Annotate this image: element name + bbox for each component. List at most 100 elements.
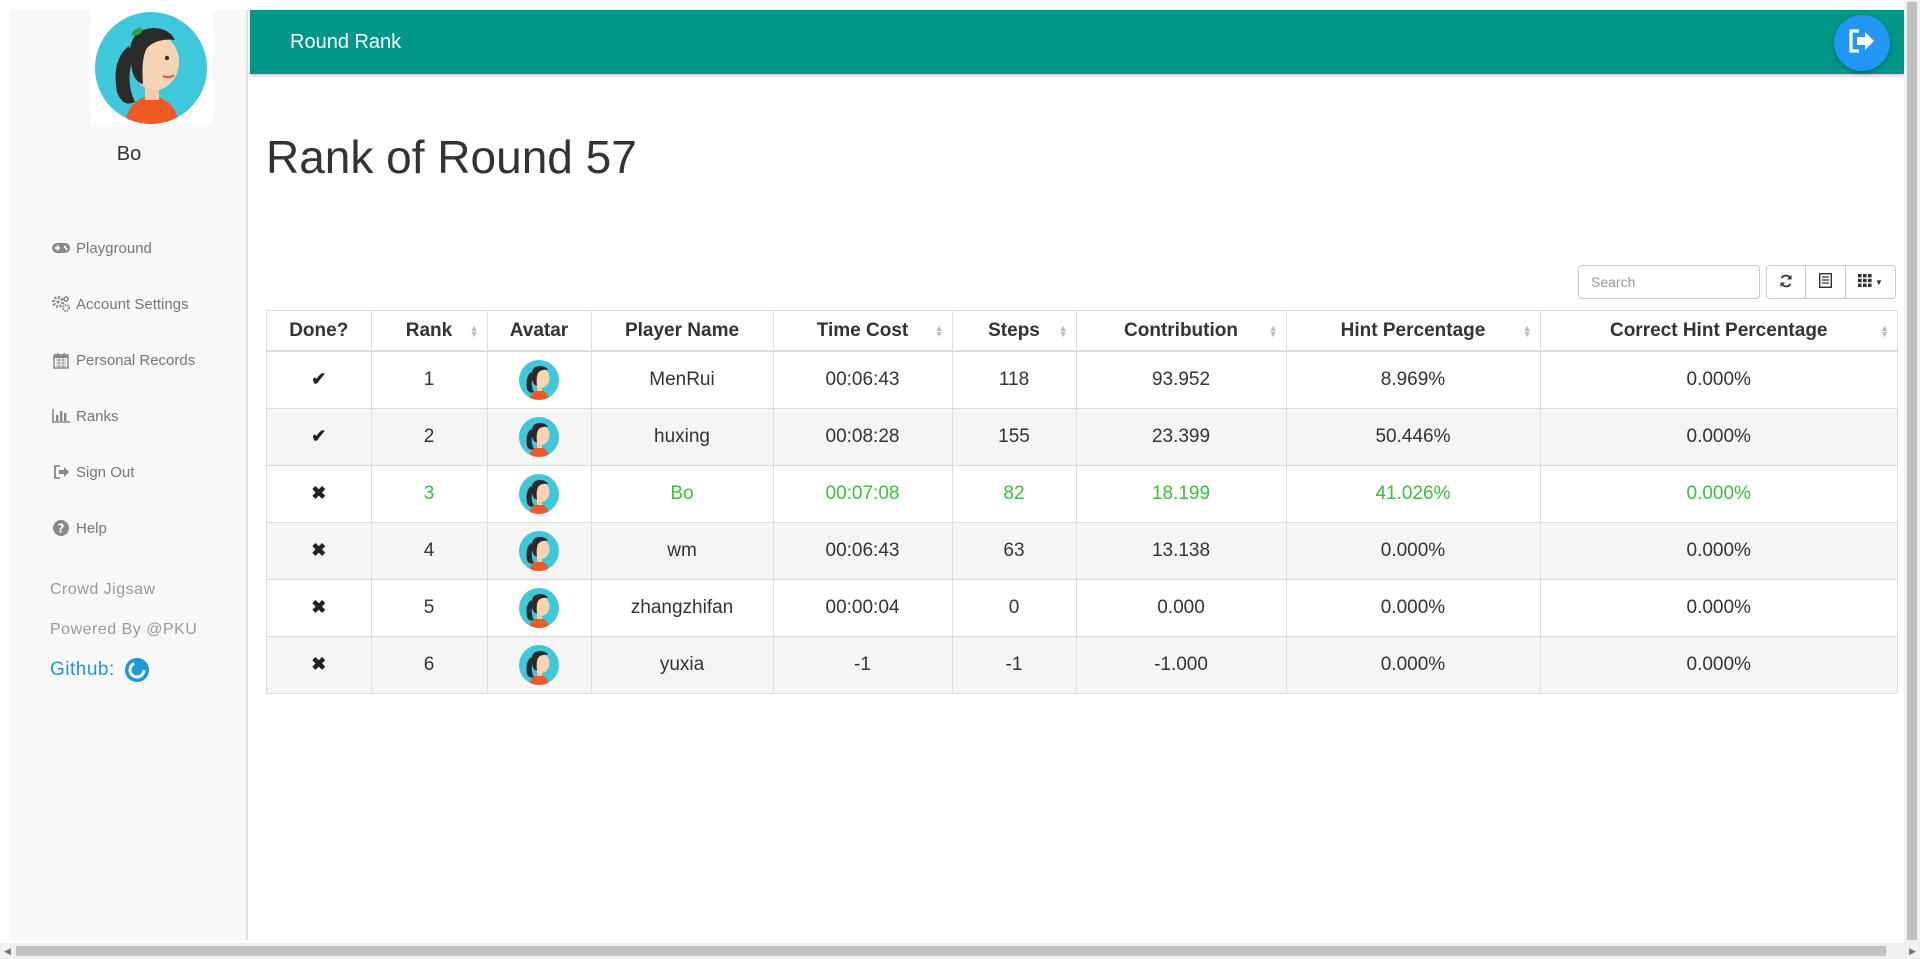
table-header-row: Done? Rank ▲ ▼ Avatar Player Name Time Cos… <box>267 311 1897 352</box>
rank-cell: 2 <box>370 407 487 465</box>
table-button-group: ▼ <box>1766 265 1896 299</box>
logout-button[interactable] <box>1834 15 1890 71</box>
sidebar: Bo Playground Account Settings Personal … <box>10 10 248 940</box>
contribution-cell: 23.399 <box>1075 407 1286 465</box>
sidebar-item-label: Personal Records <box>76 351 196 369</box>
done-cell: ✖ <box>267 635 371 693</box>
powered-by: Powered By @PKU <box>50 621 198 638</box>
page-title: Rank of Round 57 <box>266 131 637 183</box>
column-header-hint-percentage[interactable]: Hint Percentage ▲ ▼ <box>1285 311 1540 352</box>
sidebar-footer: Crowd Jigsaw Powered By @PKU Github: <box>50 570 197 690</box>
sidebar-item-label: Account Settings <box>76 295 189 313</box>
hint-percentage-cell: 0.000% <box>1285 578 1540 636</box>
contribution-cell: 0.000 <box>1075 578 1286 636</box>
sort-icon: ▲ ▼ <box>1880 323 1889 339</box>
steps-cell: -1 <box>951 635 1076 693</box>
rank-cell: 6 <box>370 635 487 693</box>
column-header-contribution[interactable]: Contribution ▲ ▼ <box>1075 311 1286 352</box>
gamepad-icon <box>50 242 72 254</box>
sidebar-item-label: Ranks <box>76 407 119 425</box>
horizontal-scrollbar-thumb[interactable] <box>16 946 1886 956</box>
scroll-left-arrow[interactable]: ◀ <box>4 946 11 957</box>
user-avatar <box>90 10 212 125</box>
table-row[interactable]: ✖ 4 wm 00:06:43 63 13.138 0.000% 0.000% <box>267 521 1897 579</box>
column-header-steps[interactable]: Steps ▲ ▼ <box>951 311 1076 352</box>
scroll-right-arrow[interactable]: ▶ <box>1909 946 1916 957</box>
avatar-cell <box>486 350 591 408</box>
player-avatar <box>519 644 559 685</box>
hint-percentage-cell: 0.000% <box>1285 521 1540 579</box>
player-avatar <box>519 587 559 628</box>
time-cost-cell: 00:06:43 <box>772 350 952 408</box>
done-cell: ✖ <box>267 521 371 579</box>
rank-cell: 5 <box>370 578 487 636</box>
table-row[interactable]: ✖ 5 zhangzhifan 00:00:04 0 0.000 0.000% 0.000% <box>267 578 1897 636</box>
vertical-scrollbar-thumb[interactable] <box>1907 2 1917 940</box>
table-row[interactable]: ✔ 1 MenRui 00:06:43 118 93.952 8.969% 0.000% <box>267 350 1897 408</box>
vertical-scrollbar[interactable] <box>1904 0 1920 943</box>
sidebar-item-label: Sign Out <box>76 463 135 481</box>
top-app-bar: Round Rank <box>250 10 1904 74</box>
player-name-cell: wm <box>590 521 773 579</box>
done-cell: ✔ <box>267 350 371 408</box>
sidebar-item-sign-out[interactable]: Sign Out <box>10 444 248 500</box>
sidebar-nav: Playground Account Settings Personal Rec… <box>10 220 248 556</box>
refresh-button[interactable] <box>1766 265 1806 299</box>
sidebar-item-account-settings[interactable]: Account Settings <box>10 276 248 332</box>
columns-dropdown-button[interactable]: ▼ <box>1846 265 1896 299</box>
horizontal-scrollbar[interactable]: ◀ ▶ <box>0 943 1920 959</box>
cross-icon: ✖ <box>311 653 327 674</box>
table-toolbar: ▼ <box>1578 265 1896 299</box>
steps-cell: 0 <box>951 578 1076 636</box>
sign-out-icon <box>1848 28 1876 58</box>
github-icon[interactable] <box>124 658 149 682</box>
table-row[interactable]: ✖ 6 yuxia -1 -1 -1.000 0.000% 0.000% <box>267 635 1897 693</box>
cross-icon: ✖ <box>311 482 327 503</box>
sidebar-item-help[interactable]: ? Help <box>10 500 248 556</box>
bar-chart-icon <box>50 409 72 423</box>
sidebar-item-label: Playground <box>76 239 152 257</box>
player-avatar <box>519 359 559 400</box>
rank-cell: 3 <box>370 464 487 522</box>
player-name-cell: huxing <box>590 407 773 465</box>
hint-percentage-cell: 8.969% <box>1285 350 1540 408</box>
hint-percentage-cell: 41.026% <box>1285 464 1540 522</box>
time-cost-cell: 00:00:04 <box>772 578 952 636</box>
contribution-cell: 18.199 <box>1075 464 1286 522</box>
question-icon: ? <box>50 520 72 536</box>
sidebar-item-personal-records[interactable]: Personal Records <box>10 332 248 388</box>
correct-hint-percentage-cell: 0.000% <box>1539 350 1897 408</box>
player-name-cell: yuxia <box>590 635 773 693</box>
table-row[interactable]: ✔ 2 huxing 00:08:28 155 23.399 50.446% 0.000% <box>267 407 1897 465</box>
table-row[interactable]: ✖ 3 Bo 00:07:08 82 18.199 41.026% 0.000% <box>267 464 1897 522</box>
sidebar-item-playground[interactable]: Playground <box>10 220 248 276</box>
column-header-time-cost[interactable]: Time Cost ▲ ▼ <box>772 311 952 352</box>
check-icon: ✔ <box>311 368 327 389</box>
refresh-icon <box>1779 274 1793 291</box>
sign-out-icon <box>50 465 72 479</box>
sort-icon: ▲ ▼ <box>934 323 944 339</box>
toggle-view-button[interactable] <box>1806 265 1846 299</box>
player-avatar <box>519 530 559 571</box>
player-name-cell: MenRui <box>590 350 773 408</box>
app-name: Crowd Jigsaw <box>50 581 156 598</box>
contribution-cell: 13.138 <box>1075 521 1286 579</box>
hint-percentage-cell: 0.000% <box>1285 635 1540 693</box>
column-header-rank[interactable]: Rank ▲ ▼ <box>370 311 487 352</box>
sidebar-item-label: Help <box>76 519 107 537</box>
column-header-done: Done? <box>267 311 371 352</box>
sort-icon: ▲ ▼ <box>1058 323 1068 339</box>
done-cell: ✔ <box>267 407 371 465</box>
time-cost-cell: 00:06:43 <box>772 521 952 579</box>
sidebar-item-ranks[interactable]: Ranks <box>10 388 248 444</box>
column-header-avatar: Avatar <box>486 311 591 352</box>
sort-icon: ▲ ▼ <box>1268 323 1278 339</box>
search-input[interactable] <box>1578 265 1760 299</box>
time-cost-cell: 00:08:28 <box>772 407 952 465</box>
calendar-icon <box>50 352 72 369</box>
caret-down-icon: ▼ <box>1875 277 1883 287</box>
sort-icon: ▲ ▼ <box>469 323 479 339</box>
column-header-correct-hint-percentage[interactable]: Correct Hint Percentage ▲ ▼ <box>1539 311 1897 352</box>
correct-hint-percentage-cell: 0.000% <box>1539 464 1897 522</box>
github-link[interactable]: Github: <box>50 650 197 690</box>
